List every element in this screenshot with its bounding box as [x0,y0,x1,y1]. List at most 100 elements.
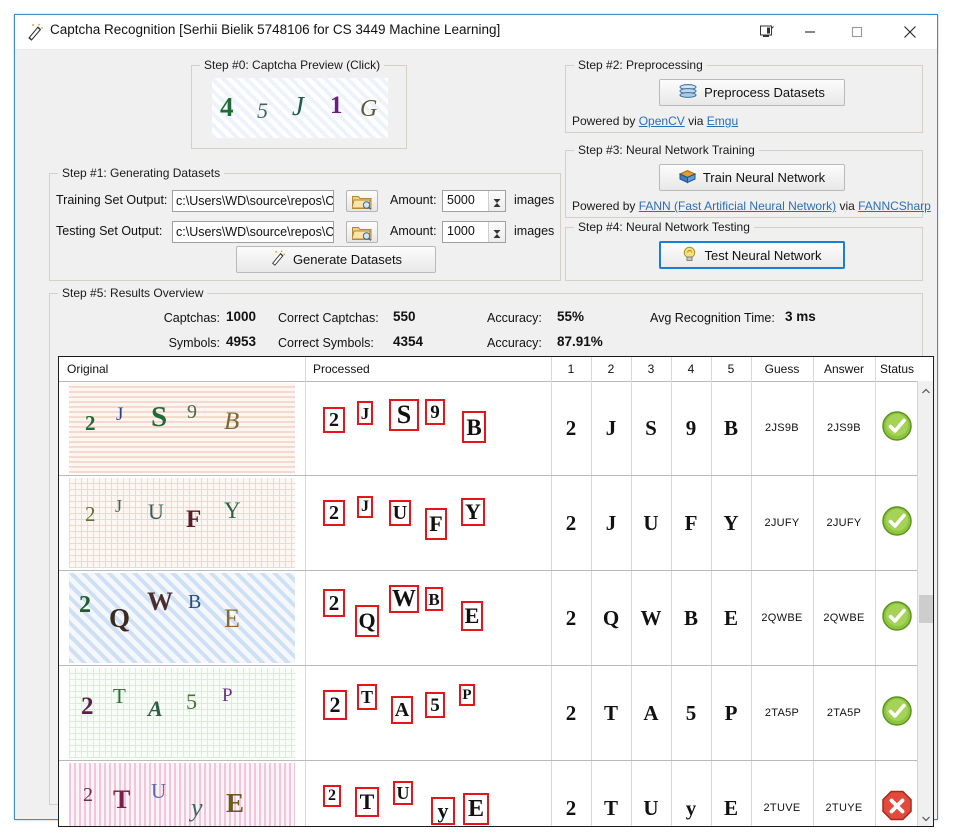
column-header-2[interactable]: 2 [591,357,631,381]
cell-symbol-5[interactable]: Y [711,476,751,570]
cell-original[interactable]: 2J UFY [59,476,305,570]
cell-guess[interactable]: 2QWBE [751,571,813,665]
preprocess-datasets-button[interactable]: Preprocess Datasets [659,79,845,106]
cell-status[interactable] [875,476,917,570]
column-header-3[interactable]: 3 [631,357,671,381]
training-amount-arrows[interactable] [488,191,505,211]
cell-symbol-1[interactable]: 2 [551,666,591,760]
cell-symbol-2[interactable]: J [591,381,631,475]
column-header-status[interactable]: Status [875,357,919,381]
cell-original[interactable]: 2J S9 B [59,381,305,475]
cell-answer[interactable]: 2TUYE [813,761,875,826]
testing-path-input[interactable]: c:\Users\WD\source\repos\Ca [172,221,334,243]
captcha-preview[interactable]: 45J1G [212,78,388,138]
cell-symbol-3[interactable]: W [631,571,671,665]
cell-symbol-3[interactable]: U [631,761,671,826]
cell-symbol-1[interactable]: 2 [551,476,591,570]
cell-answer[interactable]: 2JUFY [813,476,875,570]
table-row[interactable]: 2 J S 9 B 2 J S 9 B 2 J S 9 B 2JS9B 2JS9B [59,381,917,476]
cell-original[interactable]: 2TUyE [59,761,305,826]
column-header-4[interactable]: 4 [671,357,711,381]
cell-symbol-2[interactable]: Q [591,571,631,665]
segmented-char-0: 2 [323,500,345,526]
cell-guess[interactable]: 2JUFY [751,476,813,570]
cell-symbol-2[interactable]: T [591,761,631,826]
cell-answer[interactable]: 2JS9B [813,381,875,475]
header-divider [591,357,592,381]
original-char-1: J [115,496,123,516]
testing-amount-stepper[interactable]: 1000 [442,221,506,243]
scroll-up-button[interactable] [918,381,933,398]
training-browse-button[interactable] [346,190,378,212]
cell-divider [671,761,672,826]
column-header-original[interactable]: Original [59,357,305,381]
column-header-guess[interactable]: Guess [751,357,813,381]
cell-status[interactable] [875,571,917,665]
header-divider [551,357,552,381]
fann-link[interactable]: FANN (Fast Artificial Neural Network) [639,199,836,213]
cell-symbol-3[interactable]: U [631,476,671,570]
cell-symbol-5[interactable]: P [711,666,751,760]
cell-status[interactable] [875,381,917,475]
column-header-answer[interactable]: Answer [813,357,875,381]
cell-symbol-4[interactable]: y [671,761,711,826]
table-row[interactable]: 2 Q W B E 2 Q W B E 2 Q W B E 2QWBE 2QWBE [59,571,917,666]
cell-status[interactable] [875,761,917,826]
minimize-icon[interactable] [787,15,833,48]
cell-original[interactable]: 2QWBE [59,571,305,665]
testing-browse-button[interactable] [346,221,378,243]
cell-symbol-4[interactable]: 9 [671,381,711,475]
cell-processed[interactable]: 2JUFY [305,476,551,570]
cell-symbol-3[interactable]: S [631,381,671,475]
emgu-link[interactable]: Emgu [707,114,738,128]
cell-processed[interactable]: 2TUyE [305,761,551,826]
table-row[interactable]: 2 T Uy E 2 T Uy E 2 T Uy E 2TUVE 2TUYE [59,761,917,826]
fanncsharp-link[interactable]: FANNCSharp [858,199,931,213]
scroll-down-button[interactable] [918,809,933,826]
cell-answer[interactable]: 2QWBE [813,571,875,665]
segmented-char-3: B [425,587,443,611]
cell-symbol-2[interactable]: T [591,666,631,760]
processed-captcha-image: 2QWBE [315,573,541,663]
cell-guess[interactable]: 2TA5P [751,666,813,760]
scrollbar-thumb[interactable] [919,595,933,623]
column-header-1[interactable]: 1 [551,357,591,381]
cell-divider [305,571,306,665]
cell-symbol-3[interactable]: A [631,666,671,760]
cell-symbol-5[interactable]: B [711,381,751,475]
display-icon[interactable] [747,15,787,48]
cell-symbol-5[interactable]: E [711,761,751,826]
table-row[interactable]: 2 T A 5 P 2 T A 5 P 2 T A 5 P 2TA5P 2TA5P [59,666,917,761]
column-header-5[interactable]: 5 [711,357,751,381]
cell-processed[interactable]: 2TA5P [305,666,551,760]
cell-symbol-4[interactable]: F [671,476,711,570]
cell-status[interactable] [875,666,917,760]
cell-symbol-1[interactable]: 2 [551,571,591,665]
cell-guess[interactable]: 2TUVE [751,761,813,826]
wand-icon [26,23,44,41]
opencv-link[interactable]: OpenCV [639,114,685,128]
generate-datasets-button[interactable]: Generate Datasets [236,246,436,273]
cell-divider [875,571,876,665]
results-scrollbar[interactable] [917,381,933,826]
cell-original[interactable]: 2TA5 P [59,666,305,760]
cell-symbol-1[interactable]: 2 [551,381,591,475]
maximize-icon[interactable] [834,15,880,48]
training-amount-stepper[interactable]: 5000 [442,190,506,212]
cell-symbol-4[interactable]: 5 [671,666,711,760]
cell-symbol-4[interactable]: B [671,571,711,665]
testing-amount-arrows[interactable] [488,222,505,242]
cell-symbol-1[interactable]: 2 [551,761,591,826]
cell-answer[interactable]: 2TA5P [813,666,875,760]
cell-processed[interactable]: 2JS9B [305,381,551,475]
training-path-input[interactable]: c:\Users\WD\source\repos\Ca [172,190,334,212]
column-header-processed[interactable]: Processed [305,357,551,381]
cell-guess[interactable]: 2JS9B [751,381,813,475]
cell-processed[interactable]: 2QWBE [305,571,551,665]
table-row[interactable]: 2 J U F Y 2 J U F Y 2 J U F Y 2JUFY 2JUFY [59,476,917,571]
close-icon[interactable] [886,15,934,48]
cell-symbol-2[interactable]: J [591,476,631,570]
cell-symbol-5[interactable]: E [711,571,751,665]
train-neural-network-button[interactable]: Train Neural Network [659,164,845,191]
test-neural-network-button[interactable]: Test Neural Network [659,241,845,269]
